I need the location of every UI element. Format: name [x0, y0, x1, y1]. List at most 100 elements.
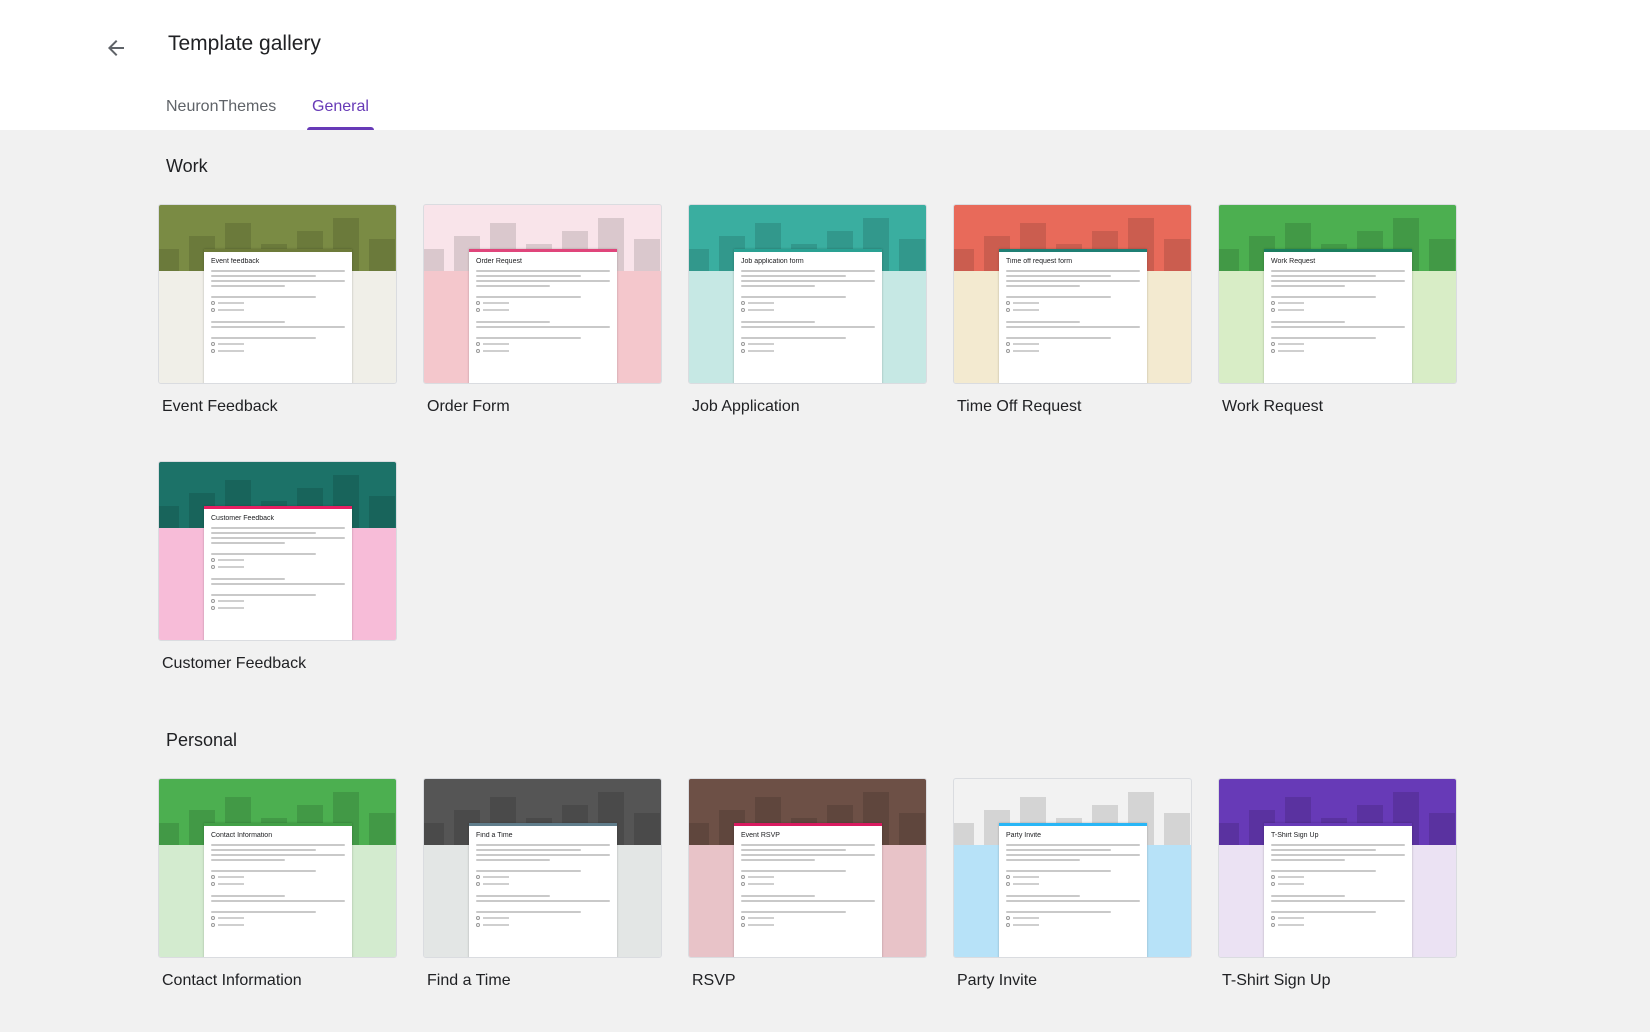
form-preview-line	[1006, 321, 1080, 323]
banner-shape	[369, 239, 395, 271]
form-preview-line	[741, 270, 875, 272]
form-preview-line	[476, 870, 581, 872]
form-preview-title: T-Shirt Sign Up	[1271, 832, 1319, 839]
form-preview-line	[211, 606, 345, 610]
template-card[interactable]: Job application form Job Application	[688, 204, 927, 416]
banner-shape	[1429, 239, 1455, 271]
template-card-label: Event Feedback	[162, 398, 278, 415]
form-preview-line	[211, 923, 345, 927]
form-preview-line	[476, 321, 550, 323]
banner-shape	[899, 813, 925, 845]
form-preview-line	[1006, 895, 1080, 897]
template-card-label: Time Off Request	[957, 398, 1082, 415]
form-preview: Order Request	[469, 249, 617, 383]
form-preview-line	[476, 301, 610, 305]
banner-shape	[369, 496, 395, 528]
form-preview-line	[741, 882, 875, 886]
form-preview-line	[1006, 349, 1140, 353]
form-preview: Event feedback	[204, 249, 352, 383]
form-preview-line	[211, 527, 345, 529]
template-card[interactable]: Event feedback Event Feedback	[158, 204, 397, 416]
form-preview-line	[1271, 270, 1405, 272]
form-preview-line	[476, 911, 581, 913]
form-preview: Work Request	[1264, 249, 1412, 383]
tab-label: General	[312, 98, 369, 115]
form-preview-line	[741, 280, 875, 282]
template-card[interactable]: Time off request form Time Off Request	[953, 204, 1192, 416]
form-preview-line	[211, 537, 345, 539]
section-title-work: Work	[166, 156, 208, 176]
banner-shape	[634, 239, 660, 271]
form-preview-line	[741, 875, 875, 879]
form-preview-line	[211, 849, 316, 851]
form-preview-line	[476, 916, 610, 920]
form-preview-line	[1271, 844, 1405, 846]
form-preview-line	[211, 349, 345, 353]
form-preview-line	[211, 875, 345, 879]
form-preview-line	[1006, 337, 1111, 339]
template-card[interactable]: T-Shirt Sign Up T-Shirt Sign Up	[1218, 778, 1457, 990]
template-card[interactable]: Find a Time Find a Time	[423, 778, 662, 990]
form-preview-line	[741, 916, 875, 920]
form-preview-line	[476, 308, 610, 312]
banner-shape	[1429, 813, 1455, 845]
template-thumbnail: Event RSVP	[688, 778, 927, 958]
tab-neuronthemes[interactable]: NeuronThemes	[166, 98, 276, 130]
form-preview-line	[741, 849, 846, 851]
form-preview-line	[211, 870, 316, 872]
template-card[interactable]: Order Request Order Form	[423, 204, 662, 416]
form-preview-line	[211, 844, 345, 846]
back-button[interactable]	[98, 30, 134, 66]
template-card[interactable]: Contact Information Contact Information	[158, 778, 397, 990]
form-preview-line	[741, 308, 875, 312]
form-preview-line	[1006, 326, 1140, 328]
template-card-label: Customer Feedback	[162, 655, 307, 672]
tab-general[interactable]: General	[307, 98, 374, 130]
banner-shape	[1219, 823, 1239, 845]
template-card-label: Job Application	[692, 398, 800, 415]
form-preview-line	[211, 532, 316, 534]
template-card[interactable]: Party Invite Party Invite	[953, 778, 1192, 990]
template-card-label: RSVP	[692, 972, 736, 989]
form-preview-line	[211, 321, 285, 323]
template-card[interactable]: Work Request Work Request	[1218, 204, 1457, 416]
form-preview-line	[476, 923, 610, 927]
form-preview-line	[211, 270, 345, 272]
form-preview-line	[211, 558, 345, 562]
template-thumbnail: Job application form	[688, 204, 927, 384]
form-preview-line	[1271, 321, 1345, 323]
form-preview-line	[1271, 923, 1405, 927]
form-preview-line	[476, 900, 610, 902]
form-preview-line	[476, 275, 581, 277]
form-preview-title: Order Request	[476, 258, 522, 265]
template-thumbnail: Work Request	[1218, 204, 1457, 384]
form-preview-line	[476, 859, 550, 861]
form-preview-line	[741, 859, 815, 861]
banner-shape	[1164, 239, 1190, 271]
form-preview-line	[1006, 854, 1140, 856]
form-preview-title: Event RSVP	[741, 832, 780, 839]
form-preview-line	[1006, 875, 1140, 879]
form-preview-line	[211, 911, 316, 913]
top-bar: Template gallery NeuronThemes General	[0, 0, 1650, 130]
form-preview-line	[211, 275, 316, 277]
banner-shape	[689, 823, 709, 845]
template-thumbnail: Customer Feedback	[158, 461, 397, 641]
form-preview-line	[476, 349, 610, 353]
template-card[interactable]: Event RSVP RSVP	[688, 778, 927, 990]
form-preview-title: Contact Information	[211, 832, 273, 839]
banner-shape	[899, 239, 925, 271]
banner-shape	[954, 249, 974, 271]
form-preview-line	[741, 844, 875, 846]
form-preview-title: Job application form	[741, 258, 804, 265]
form-preview-line	[1006, 870, 1111, 872]
template-card[interactable]: Customer Feedback Customer Feedback	[158, 461, 397, 673]
form-preview-line	[211, 326, 345, 328]
form-preview-line	[1271, 859, 1345, 861]
form-preview-line	[1271, 875, 1405, 879]
form-preview-title: Event feedback	[211, 258, 260, 265]
template-thumbnail: Contact Information	[158, 778, 397, 958]
form-preview-line	[1271, 337, 1376, 339]
banner-shape	[954, 823, 974, 845]
form-preview-line	[476, 849, 581, 851]
